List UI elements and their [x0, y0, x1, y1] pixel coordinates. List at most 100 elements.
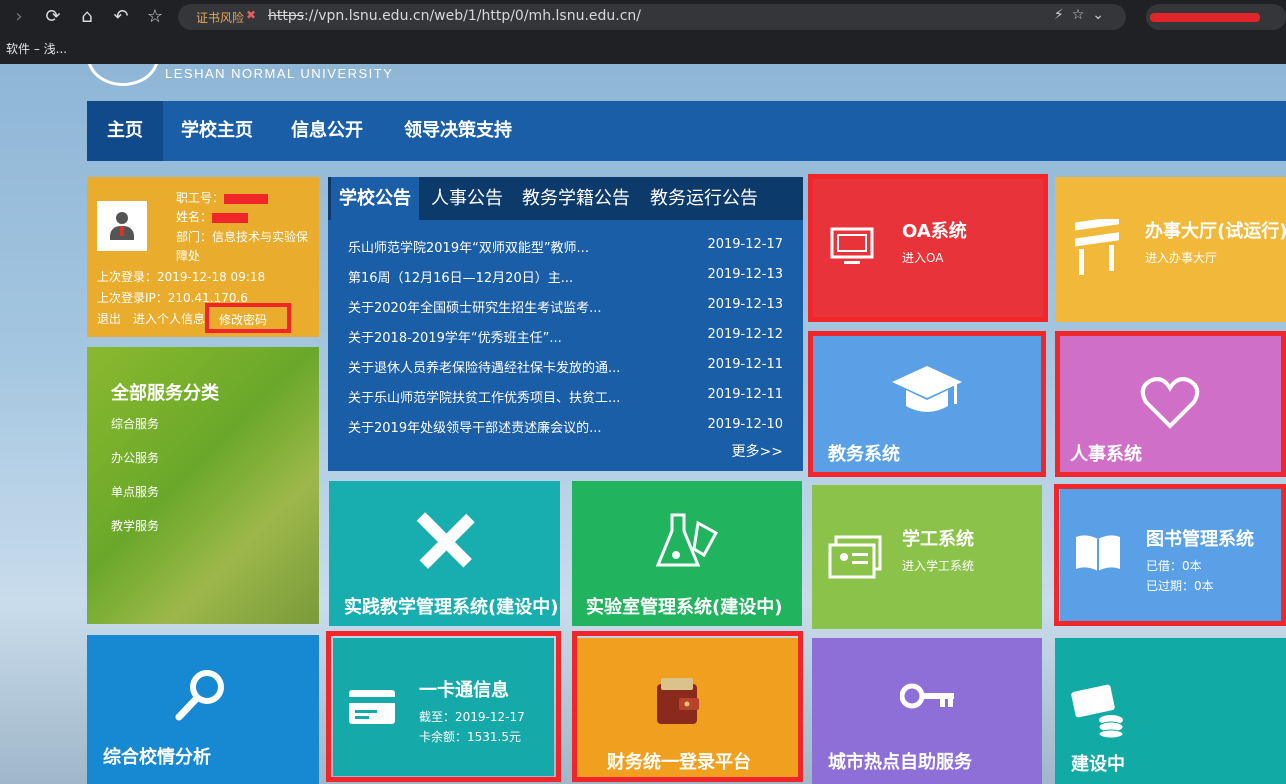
undo-icon[interactable]: ↶ — [108, 4, 134, 30]
home-icon[interactable]: ⌂ — [74, 4, 100, 30]
nav-school-home[interactable]: 学校主页 — [173, 101, 261, 161]
portal-page: LESHAN NORMAL UNIVERSITY 主页 学校主页 信息公开 领导… — [0, 64, 1286, 784]
tile-title: 办事大厅(试运行) — [1145, 221, 1286, 242]
flask-icon — [655, 513, 719, 567]
tile-title: 图书管理系统 — [1146, 529, 1254, 550]
service-categories-title: 全部服务分类 — [111, 383, 219, 404]
main-nav: 主页 学校主页 信息公开 领导决策支持 — [87, 101, 1286, 161]
redacted-staff-id — [224, 193, 269, 204]
cert-warning-icon: ✖ — [246, 8, 257, 22]
tab-hr-notice[interactable]: 人事公告 — [431, 177, 503, 220]
card-icon — [349, 690, 395, 724]
notice-row[interactable]: 关于退休人员养老保险待遇经社保卡发放的通... 2019-12-11 — [348, 350, 788, 380]
tile-campus-analysis[interactable]: 综合校情分析 — [87, 635, 319, 784]
tile-subtitle: 进入OA — [902, 251, 944, 265]
tile-title: 实验室管理系统(建设中) — [586, 597, 783, 618]
service-item[interactable]: 办公服务 — [111, 449, 159, 466]
tile-library[interactable]: 图书管理系统 已借：0本 已过期：0本 — [1060, 489, 1281, 621]
tile-finance[interactable]: 财务统一登录平台 — [577, 638, 798, 778]
magnifier-icon — [175, 670, 224, 721]
tile-title: 城市热点自助服务 — [828, 752, 972, 773]
tile-title: 人事系统 — [1070, 444, 1142, 465]
last-login: 上次登录：2019-12-18 09:18 — [97, 270, 266, 284]
forward-icon[interactable]: › — [6, 4, 32, 30]
notice-tabs: 学校公告 人事公告 教务学籍公告 教务运行公告 — [328, 177, 803, 220]
omnibox-actions[interactable]: ⚡☆⌄ — [1054, 7, 1112, 23]
reload-icon[interactable]: ⟳ — [40, 4, 66, 30]
notice-row[interactable]: 第16周（12月16日—12月20日）主... 2019-12-13 — [348, 260, 788, 290]
heart-icon — [1140, 377, 1200, 429]
logout-link[interactable]: 退出 — [97, 310, 121, 327]
tile-student-affairs[interactable]: 学工系统 进入学工系统 — [812, 485, 1042, 629]
book-icon — [1076, 535, 1120, 571]
profile-button[interactable] — [1146, 4, 1286, 30]
notice-row[interactable]: 关于2020年全国硕士研究生招生考试监考... 2019-12-13 — [348, 290, 788, 320]
avatar — [97, 201, 147, 251]
name-row: 姓名： — [176, 208, 249, 225]
tile-title: 教务系统 — [828, 444, 900, 465]
tile-city-hotspot[interactable]: 城市热点自助服务 — [812, 638, 1042, 784]
tile-title: 综合校情分析 — [103, 747, 211, 768]
brand-english: LESHAN NORMAL UNIVERSITY — [165, 66, 394, 81]
overdue-count: 已过期：0本 — [1146, 579, 1214, 593]
personal-info-link[interactable]: 进入个人信息 — [133, 310, 205, 327]
nav-decision-support[interactable]: 领导决策支持 — [393, 101, 523, 161]
wallet-icon — [657, 678, 699, 724]
tile-under-construction[interactable]: 建设中 — [1055, 638, 1286, 784]
service-item[interactable]: 综合服务 — [111, 415, 159, 432]
notice-row[interactable]: 关于2019年处级领导干部述责述廉会议的... 2019-12-10 — [348, 410, 788, 440]
notice-panel: 学校公告 人事公告 教务学籍公告 教务运行公告 乐山师范学院2019年“双师双能… — [328, 177, 803, 471]
notice-row[interactable]: 关于2018-2019学年“优秀班主任”... 2019-12-12 — [348, 320, 788, 350]
tab-school-notice[interactable]: 学校公告 — [331, 177, 419, 220]
tile-lab-management[interactable]: 实验室管理系统(建设中) — [572, 481, 802, 626]
tile-title: OA系统 — [902, 221, 967, 242]
notice-row[interactable]: 乐山师范学院2019年“双师双能型”教师... 2019-12-17 — [348, 230, 788, 260]
more-link[interactable]: 更多>> — [732, 441, 783, 461]
bench-icon — [1075, 219, 1119, 275]
tile-title: 建设中 — [1071, 754, 1125, 775]
nav-info-public[interactable]: 信息公开 — [283, 101, 371, 161]
university-logo — [87, 64, 159, 86]
graduation-cap-icon — [892, 366, 962, 412]
notice-row[interactable]: 关于乐山师范学院扶贫工作优秀项目、扶贫工... 2019-12-11 — [348, 380, 788, 410]
tile-academic-affairs[interactable]: 教务系统 — [812, 336, 1044, 474]
id-card-icon — [828, 535, 882, 579]
tile-subtitle: 进入学工系统 — [902, 559, 975, 573]
brand-chinese-fragment — [392, 64, 582, 72]
address-row: › ⟳ ⌂ ↶ ☆ 证书风险 ✖ https://vpn.lsnu.edu.cn… — [0, 0, 1286, 34]
key-icon — [900, 683, 954, 709]
cert-warning[interactable]: 证书风险 — [196, 9, 244, 26]
card-balance: 卡余额：1531.5元 — [419, 730, 521, 744]
change-password-button[interactable]: 修改密码 — [205, 303, 291, 333]
address-bar[interactable]: 证书风险 ✖ https://vpn.lsnu.edu.cn/web/1/htt… — [178, 4, 1126, 30]
tile-title: 学工系统 — [902, 529, 974, 550]
tile-practice-teaching[interactable]: 实践教学管理系统(建设中) — [329, 481, 560, 626]
card-coins-icon — [1071, 684, 1124, 738]
bookmark-item[interactable]: 软件 – 浅... — [6, 40, 67, 57]
dept-line-2: 障处 — [176, 249, 201, 263]
borrowed-count: 已借：0本 — [1146, 559, 1202, 573]
star-icon[interactable]: ☆ — [142, 4, 168, 30]
browser-chrome: › ⟳ ⌂ ↶ ☆ 证书风险 ✖ https://vpn.lsnu.edu.cn… — [0, 0, 1286, 64]
pencil-ruler-icon — [416, 512, 475, 569]
staff-id-row: 职工号： — [176, 189, 269, 206]
tile-title: 实践教学管理系统(建设中) — [344, 597, 559, 618]
user-info-card: 职工号： 姓名： 部门：信息技术与实验保 障处 上次登录：2019-12-18 … — [87, 177, 319, 337]
monitor-icon — [830, 227, 874, 264]
tile-title: 财务统一登录平台 — [607, 752, 751, 773]
tile-hr[interactable]: 人事系统 — [1060, 336, 1286, 474]
tile-service-hall[interactable]: 办事大厅(试运行) 进入办事大厅 — [1055, 177, 1286, 322]
service-item[interactable]: 单点服务 — [111, 483, 159, 500]
tile-oa[interactable]: OA系统 进入OA — [812, 177, 1044, 317]
tab-academic-ops-notice[interactable]: 教务运行公告 — [650, 177, 758, 220]
service-categories: 全部服务分类 综合服务 办公服务 单点服务 教学服务 — [87, 347, 319, 624]
brand-header: LESHAN NORMAL UNIVERSITY — [87, 64, 1286, 88]
url-text[interactable]: https://vpn.lsnu.edu.cn/web/1/http/0/mh.… — [268, 8, 641, 24]
service-item[interactable]: 教学服务 — [111, 517, 159, 534]
tile-campus-card[interactable]: 一卡通信息 截至：2019-12-17 卡余额：1531.5元 — [333, 638, 554, 776]
tab-registrar-notice[interactable]: 教务学籍公告 — [522, 177, 630, 220]
redacted-name — [212, 212, 249, 223]
redaction-mark — [1150, 13, 1260, 22]
nav-home[interactable]: 主页 — [87, 101, 163, 161]
tile-title: 一卡通信息 — [419, 680, 509, 701]
